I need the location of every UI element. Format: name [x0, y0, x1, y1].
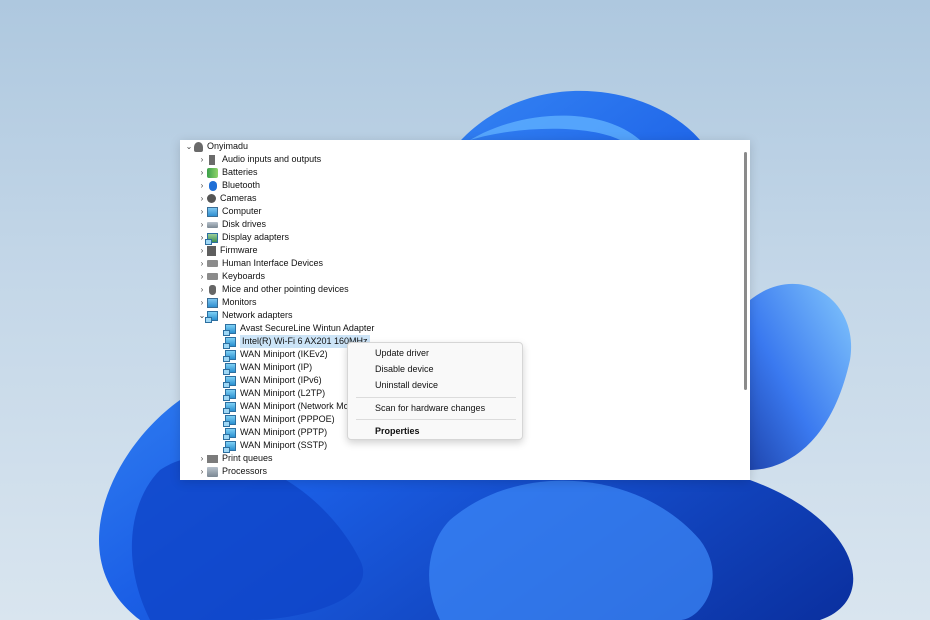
tree-item-display-adapters[interactable]: › Display adapters	[197, 231, 290, 245]
display-adapter-icon	[205, 232, 218, 245]
tree-item-label: Computer	[222, 206, 262, 216]
vertical-scrollbar[interactable]	[744, 152, 747, 390]
uninstall-device-menu-item[interactable]: Uninstall device	[348, 377, 522, 393]
tree-item-batteries[interactable]: › Batteries	[197, 166, 258, 179]
chevron-right-icon[interactable]: ›	[197, 257, 207, 270]
tree-item-computer[interactable]: › Computer	[197, 205, 262, 218]
camera-icon	[207, 194, 216, 203]
disable-device-menu-item[interactable]: Disable device	[348, 361, 522, 377]
chevron-down-icon[interactable]: ⌄	[184, 140, 194, 153]
tree-item-label: Audio inputs and outputs	[222, 154, 322, 164]
disk-drive-icon	[207, 221, 218, 228]
tree-item-mice[interactable]: › Mice and other pointing devices	[197, 283, 349, 296]
network-adapter-icon	[223, 375, 236, 388]
tree-root[interactable]: ⌄ Onyimadu	[184, 140, 248, 153]
tree-item-disk-drives[interactable]: › Disk drives	[197, 218, 266, 231]
adapter-label: WAN Miniport (PPPOE)	[240, 414, 335, 424]
adapter-item[interactable]: WAN Miniport (PPPOE)	[223, 413, 335, 427]
network-adapter-icon	[205, 310, 218, 323]
chevron-right-icon[interactable]: ›	[197, 465, 207, 478]
menu-divider	[356, 419, 516, 420]
network-adapter-icon	[223, 440, 236, 453]
speaker-icon	[209, 154, 215, 165]
keyboard-icon	[207, 273, 218, 280]
network-adapter-icon	[223, 349, 236, 362]
tree-item-label: Human Interface Devices	[222, 258, 324, 268]
tree-item-keyboards[interactable]: › Keyboards	[197, 270, 265, 283]
adapter-item[interactable]: WAN Miniport (IPv6)	[223, 374, 322, 388]
tree-item-network-adapters[interactable]: ⌄ Network adapters	[197, 309, 293, 323]
adapter-label: WAN Miniport (IP)	[240, 362, 313, 372]
properties-menu-item[interactable]: Properties	[348, 423, 522, 439]
hid-icon	[207, 260, 218, 267]
network-adapter-icon	[223, 323, 236, 336]
tree-item-processors[interactable]: › Processors	[197, 465, 267, 478]
network-adapter-icon	[223, 401, 236, 414]
mouse-icon	[209, 284, 216, 295]
adapter-item[interactable]: Avast SecureLine Wintun Adapter	[223, 322, 375, 336]
tree-item-cameras[interactable]: › Cameras	[197, 192, 257, 205]
battery-icon	[207, 167, 218, 178]
menu-divider	[356, 397, 516, 398]
tree-item-bluetooth[interactable]: › Bluetooth	[197, 179, 260, 192]
adapter-label: WAN Miniport (IPv6)	[240, 375, 322, 385]
tree-item-hid[interactable]: › Human Interface Devices	[197, 257, 323, 270]
tree-item-label: Processors	[222, 466, 268, 476]
tree-item-audio[interactable]: › Audio inputs and outputs	[197, 153, 321, 166]
tree-item-label: Network adapters	[222, 310, 293, 320]
computer-user-icon	[194, 141, 203, 152]
tree-item-firmware[interactable]: › Firmware	[197, 244, 258, 257]
adapter-label: WAN Miniport (IKEv2)	[240, 349, 328, 359]
network-adapter-icon	[223, 362, 236, 375]
adapter-label: WAN Miniport (L2TP)	[240, 388, 326, 398]
tree-item-print-queues[interactable]: › Print queues	[197, 452, 273, 465]
adapter-item[interactable]: WAN Miniport (PPTP)	[223, 426, 328, 440]
chevron-right-icon[interactable]: ›	[197, 179, 207, 192]
chevron-right-icon[interactable]: ›	[197, 452, 207, 465]
network-adapter-icon	[223, 427, 236, 440]
chevron-right-icon[interactable]: ›	[197, 166, 207, 179]
scan-hardware-menu-item[interactable]: Scan for hardware changes	[348, 400, 522, 416]
chevron-right-icon[interactable]: ›	[197, 270, 207, 283]
context-menu: Update driver Disable device Uninstall d…	[347, 342, 523, 440]
tree-item-label: Cameras	[220, 193, 257, 203]
chevron-right-icon[interactable]: ›	[197, 218, 207, 231]
printer-icon	[207, 454, 218, 463]
tree-item-label: Display adapters	[222, 232, 290, 242]
adapter-label: WAN Miniport (PPTP)	[240, 427, 328, 437]
tree-root-label: Onyimadu	[207, 141, 249, 151]
tree-item-label: Keyboards	[222, 271, 266, 281]
computer-icon	[207, 206, 218, 217]
tree-item-label: Print queues	[222, 453, 273, 463]
adapter-item[interactable]: WAN Miniport (SSTP)	[223, 439, 328, 453]
adapter-label: WAN Miniport (SSTP)	[240, 440, 328, 450]
tree-item-label: Bluetooth	[222, 180, 261, 190]
chevron-right-icon[interactable]: ›	[197, 283, 207, 296]
tree-item-label: Disk drives	[222, 219, 267, 229]
tree-item-label: Monitors	[222, 297, 257, 307]
bluetooth-icon	[209, 180, 217, 191]
network-adapter-icon	[223, 414, 236, 427]
tree-item-label: Mice and other pointing devices	[222, 284, 349, 294]
adapter-item[interactable]: WAN Miniport (L2TP)	[223, 387, 326, 401]
chevron-right-icon[interactable]: ›	[197, 205, 207, 218]
monitor-icon	[207, 297, 218, 308]
adapter-label: Avast SecureLine Wintun Adapter	[240, 323, 375, 333]
network-adapter-icon	[223, 336, 236, 349]
update-driver-menu-item[interactable]: Update driver	[348, 345, 522, 361]
tree-item-monitors[interactable]: › Monitors	[197, 296, 257, 309]
chevron-right-icon[interactable]: ›	[197, 296, 207, 309]
adapter-item[interactable]: WAN Miniport (IKEv2)	[223, 348, 328, 362]
processor-icon	[207, 466, 218, 477]
chevron-right-icon[interactable]: ›	[197, 244, 207, 257]
chevron-right-icon[interactable]: ›	[197, 153, 207, 166]
tree-item-label: Firmware	[220, 245, 258, 255]
chevron-right-icon[interactable]: ›	[197, 192, 207, 205]
network-adapter-icon	[223, 388, 236, 401]
adapter-item[interactable]: WAN Miniport (IP)	[223, 361, 313, 375]
tree-item-label: Batteries	[222, 167, 258, 177]
firmware-icon	[207, 245, 216, 256]
